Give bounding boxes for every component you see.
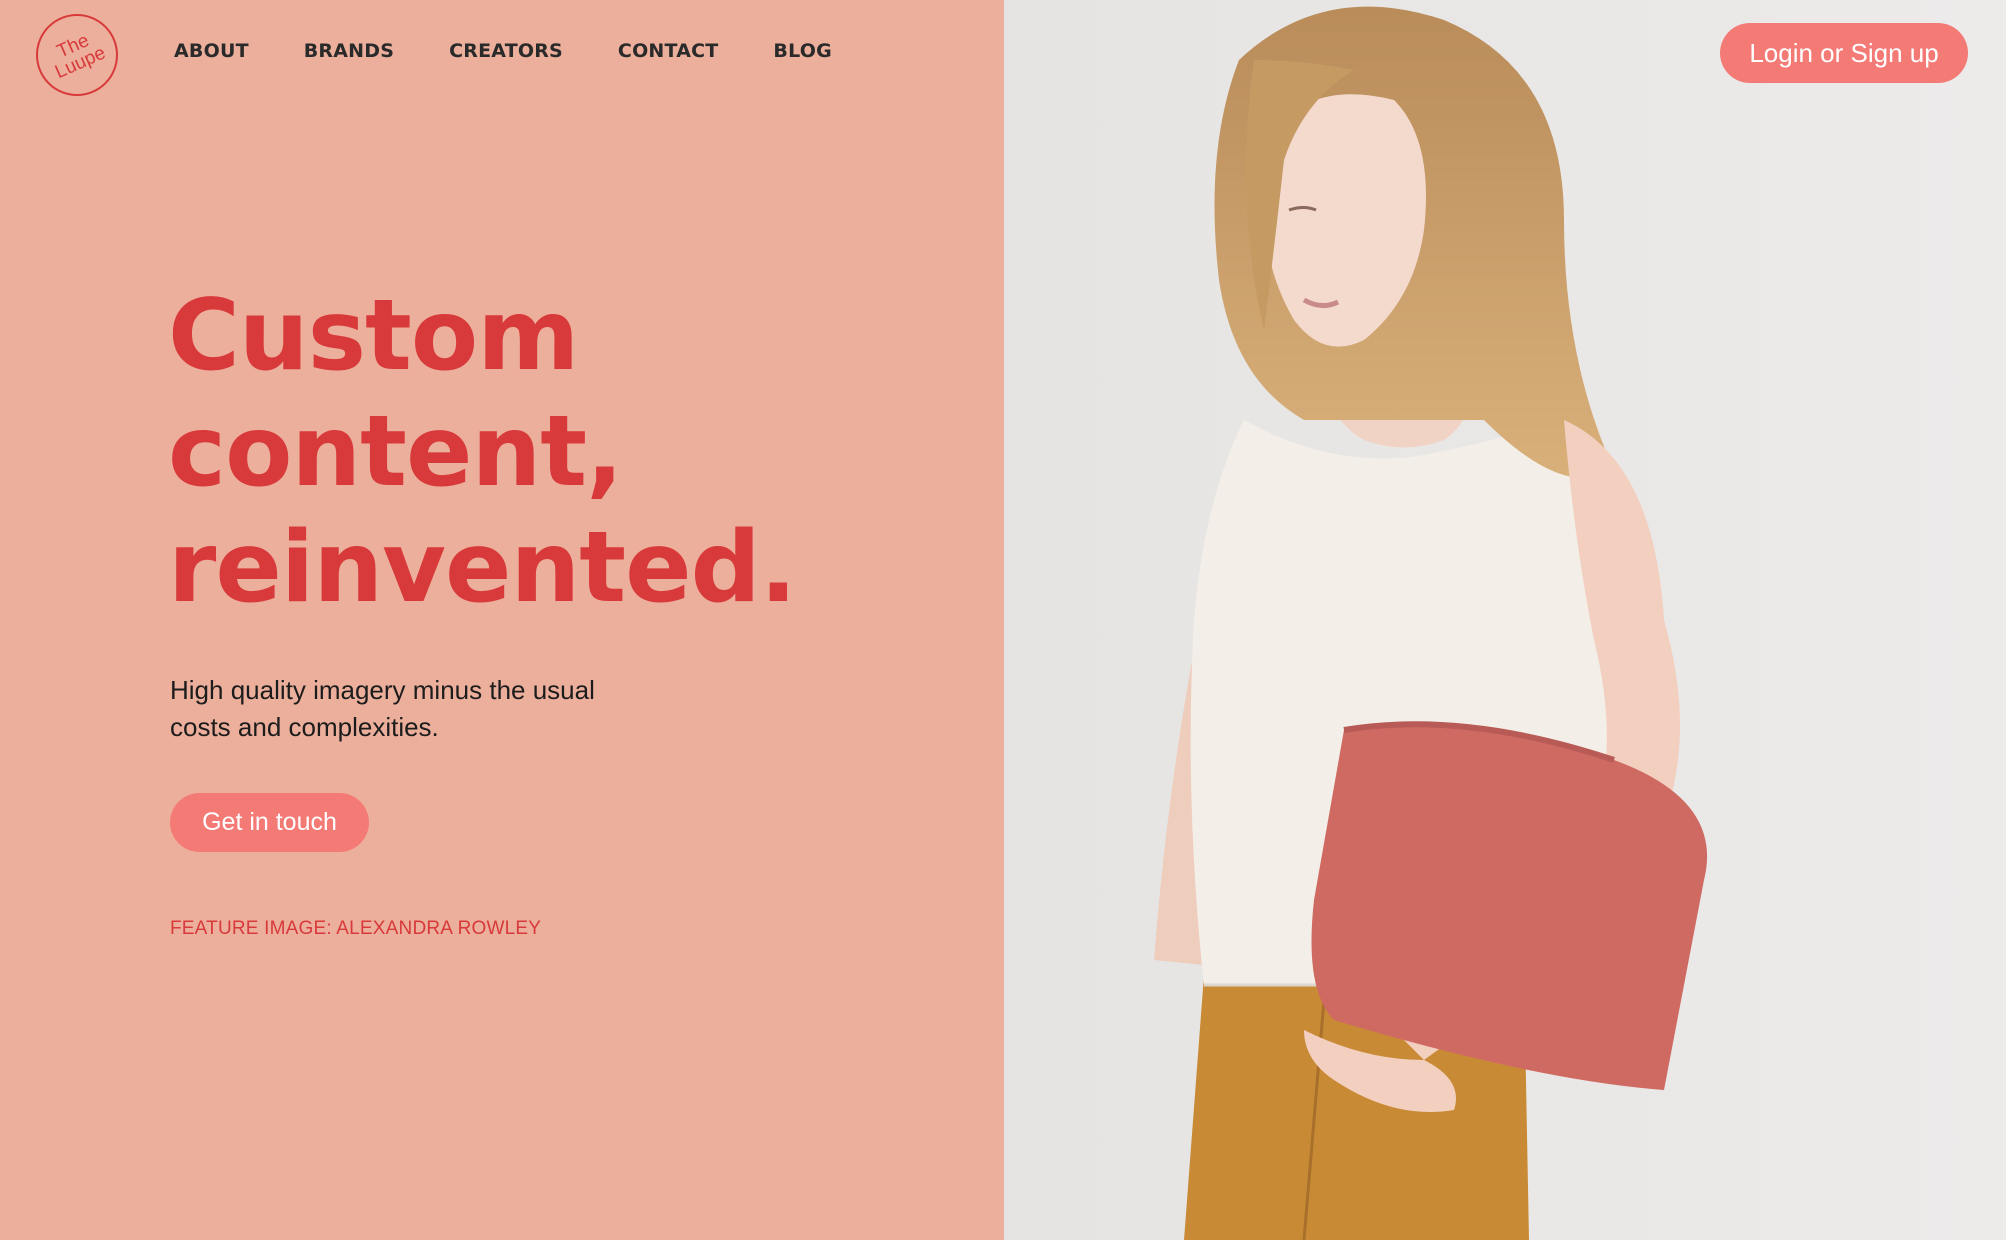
main-nav: ABOUT BRANDS CREATORS CONTACT BLOG [174, 40, 887, 62]
subtext-line: High quality imagery minus the usual [170, 675, 595, 705]
headline-line: Custom [168, 279, 579, 393]
feature-image-credit: FEATURE IMAGE: ALEXANDRA ROWLEY [170, 918, 542, 939]
login-signup-button[interactable]: Login or Sign up [1720, 23, 1968, 83]
nav-brands[interactable]: BRANDS [304, 40, 394, 62]
hero-headline: Custom content, reinvented. [168, 278, 797, 626]
hero-left-panel: The Luupe ABOUT BRANDS CREATORS CONTACT … [0, 0, 1004, 1240]
nav-creators[interactable]: CREATORS [449, 40, 563, 62]
nav-about[interactable]: ABOUT [174, 40, 249, 62]
hero-subtext: High quality imagery minus the usual cos… [170, 672, 630, 746]
nav-contact[interactable]: CONTACT [618, 40, 719, 62]
headline-line: content, [168, 395, 623, 509]
logo-wordmark: The Luupe [46, 28, 109, 83]
subtext-line: costs and complexities. [170, 712, 439, 742]
get-in-touch-button[interactable]: Get in touch [170, 793, 369, 852]
feature-photo-model-with-clutch [1004, 0, 2006, 1240]
the-luupe-logo[interactable]: The Luupe [36, 14, 118, 96]
hero-right-panel: Login or Sign up [1004, 0, 2006, 1240]
headline-line: reinvented. [168, 511, 797, 625]
nav-blog[interactable]: BLOG [773, 40, 831, 62]
